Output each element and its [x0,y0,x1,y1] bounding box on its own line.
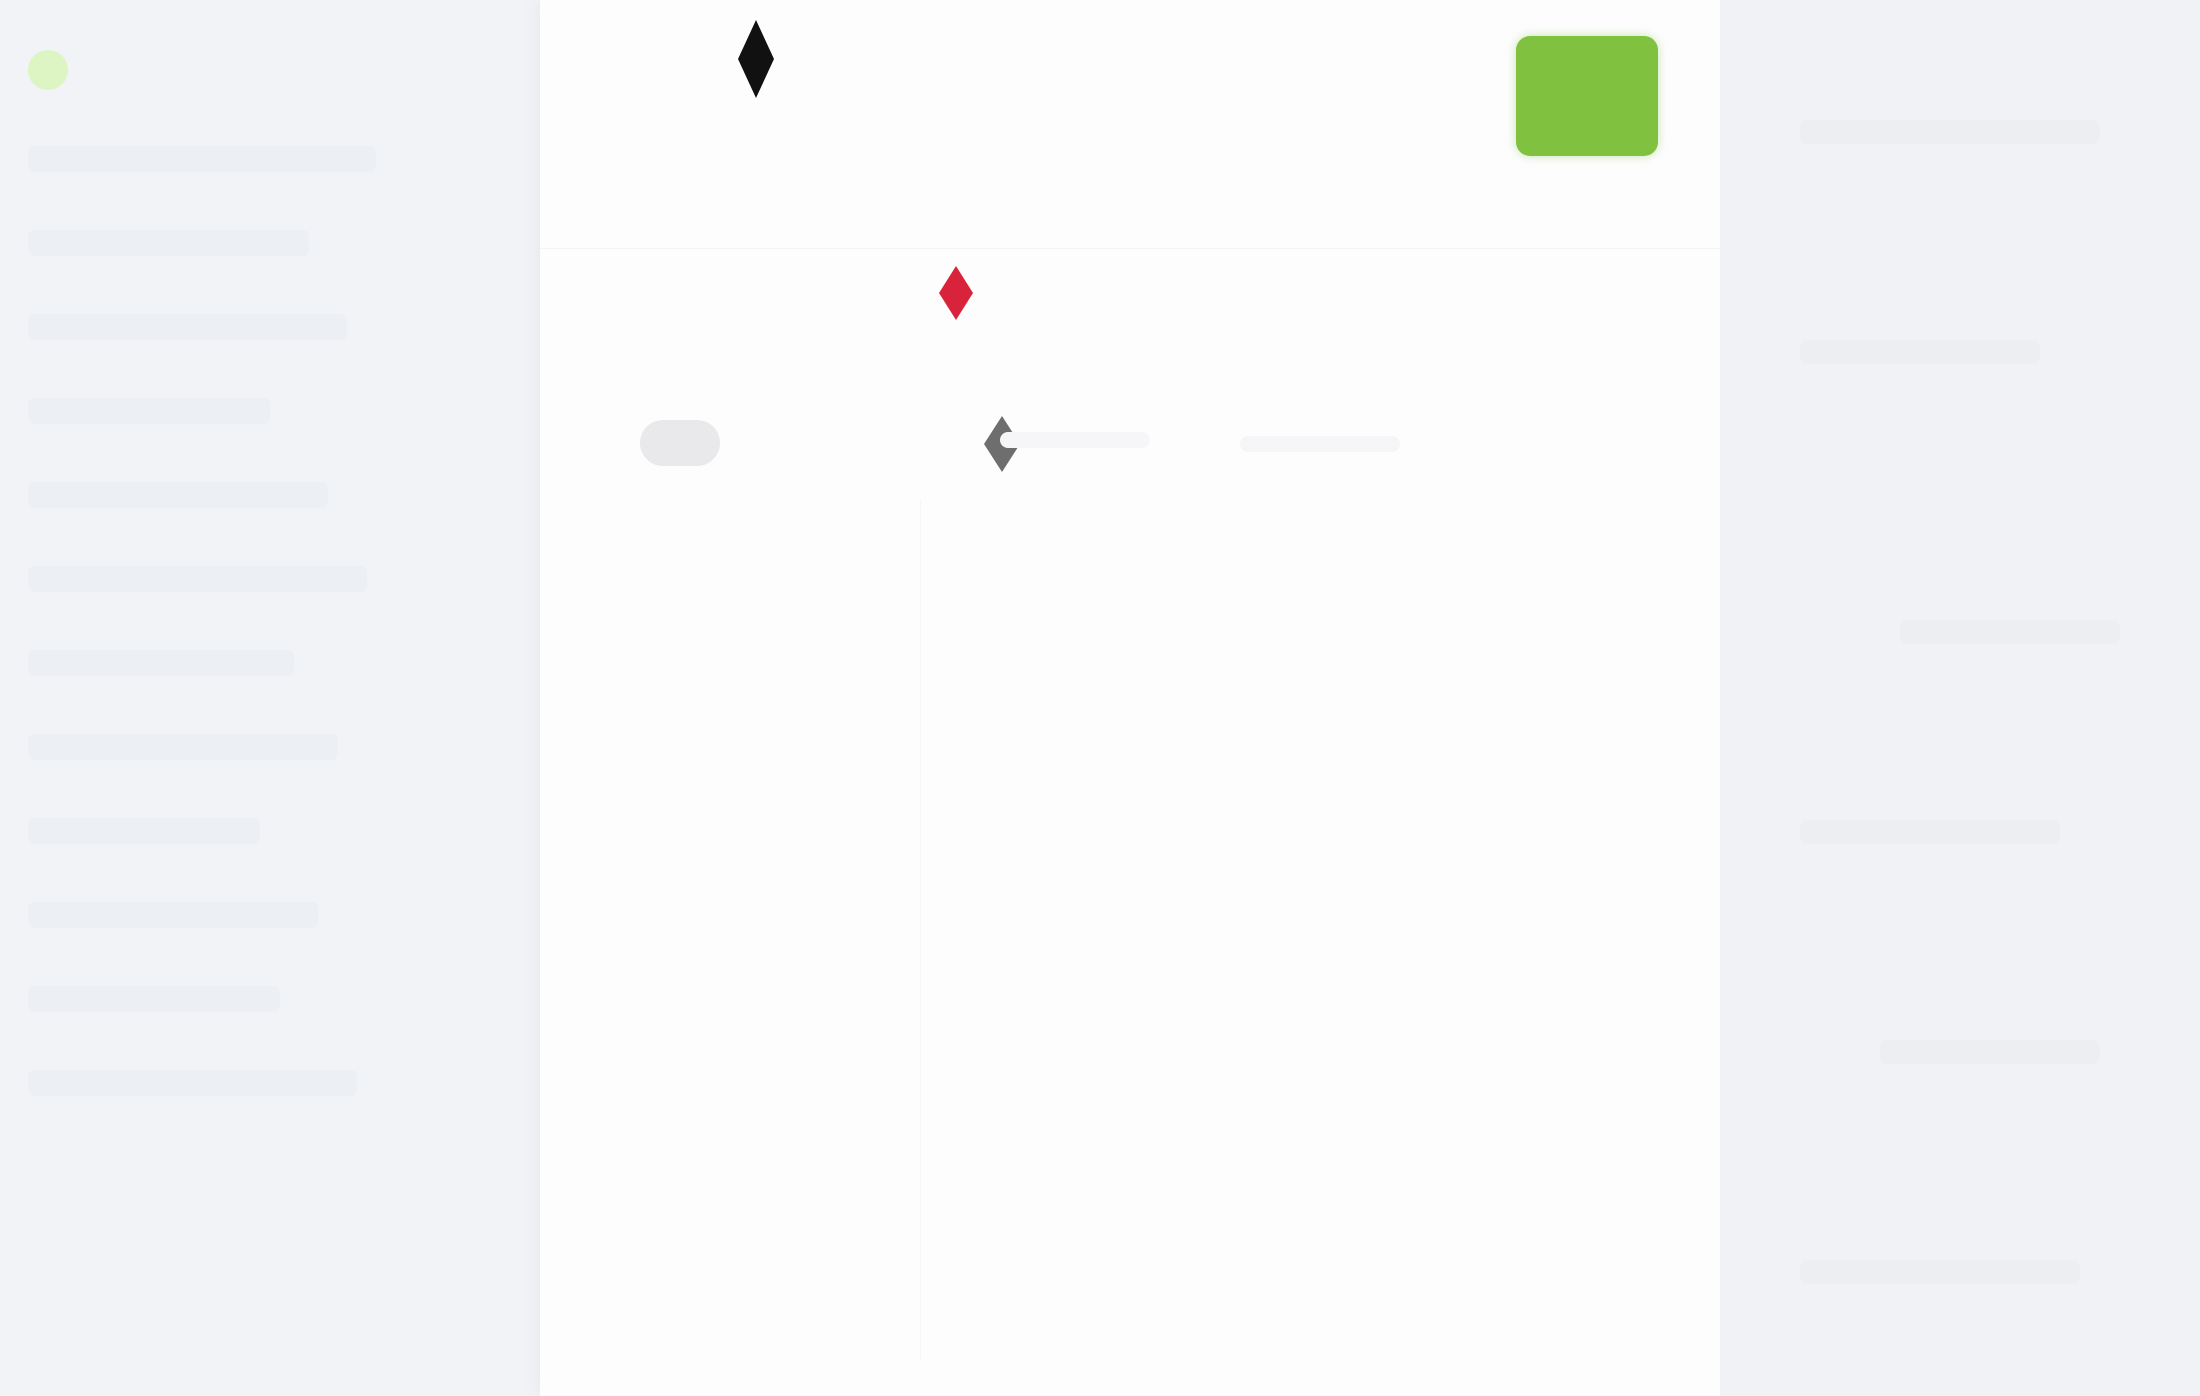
sidebar-item-placeholder[interactable] [28,986,280,1012]
sidebar-item-placeholder[interactable] [28,566,367,592]
content-placeholder-line [1000,432,1150,448]
right-sidebar [1720,0,2200,1396]
diamond-icon[interactable] [736,16,776,102]
toggle-switch[interactable] [640,420,720,466]
main-panel [540,0,1720,1396]
sidebar-item-placeholder[interactable] [28,902,319,928]
right-sidebar-placeholder [1800,1260,2080,1284]
right-sidebar-placeholder [1900,620,2120,644]
content-area [660,500,1620,1360]
left-sidebar [0,0,540,1396]
alert-diamond-icon [936,262,976,324]
sidebar-item-placeholder[interactable] [28,314,348,340]
primary-action-button[interactable] [1516,36,1658,156]
right-sidebar-placeholder [1800,340,2040,364]
right-sidebar-placeholder [1800,120,2100,144]
brand-dot-icon[interactable] [28,50,68,90]
sidebar-item-placeholder[interactable] [28,230,309,256]
sidebar-item-placeholder[interactable] [28,650,295,676]
sidebar-brand-row[interactable] [0,40,540,100]
sidebar-item-placeholder[interactable] [28,734,338,760]
sidebar-item-placeholder[interactable] [28,398,270,424]
sidebar-nav-list [28,146,512,1096]
header-divider [540,248,1720,249]
content-placeholder-line [1240,436,1400,452]
right-sidebar-placeholder [1800,820,2060,844]
sidebar-item-placeholder[interactable] [28,482,329,508]
sidebar-item-placeholder[interactable] [28,818,261,844]
right-sidebar-placeholder [1880,1040,2100,1064]
sidebar-item-placeholder[interactable] [28,1070,358,1096]
sidebar-item-placeholder[interactable] [28,146,377,172]
